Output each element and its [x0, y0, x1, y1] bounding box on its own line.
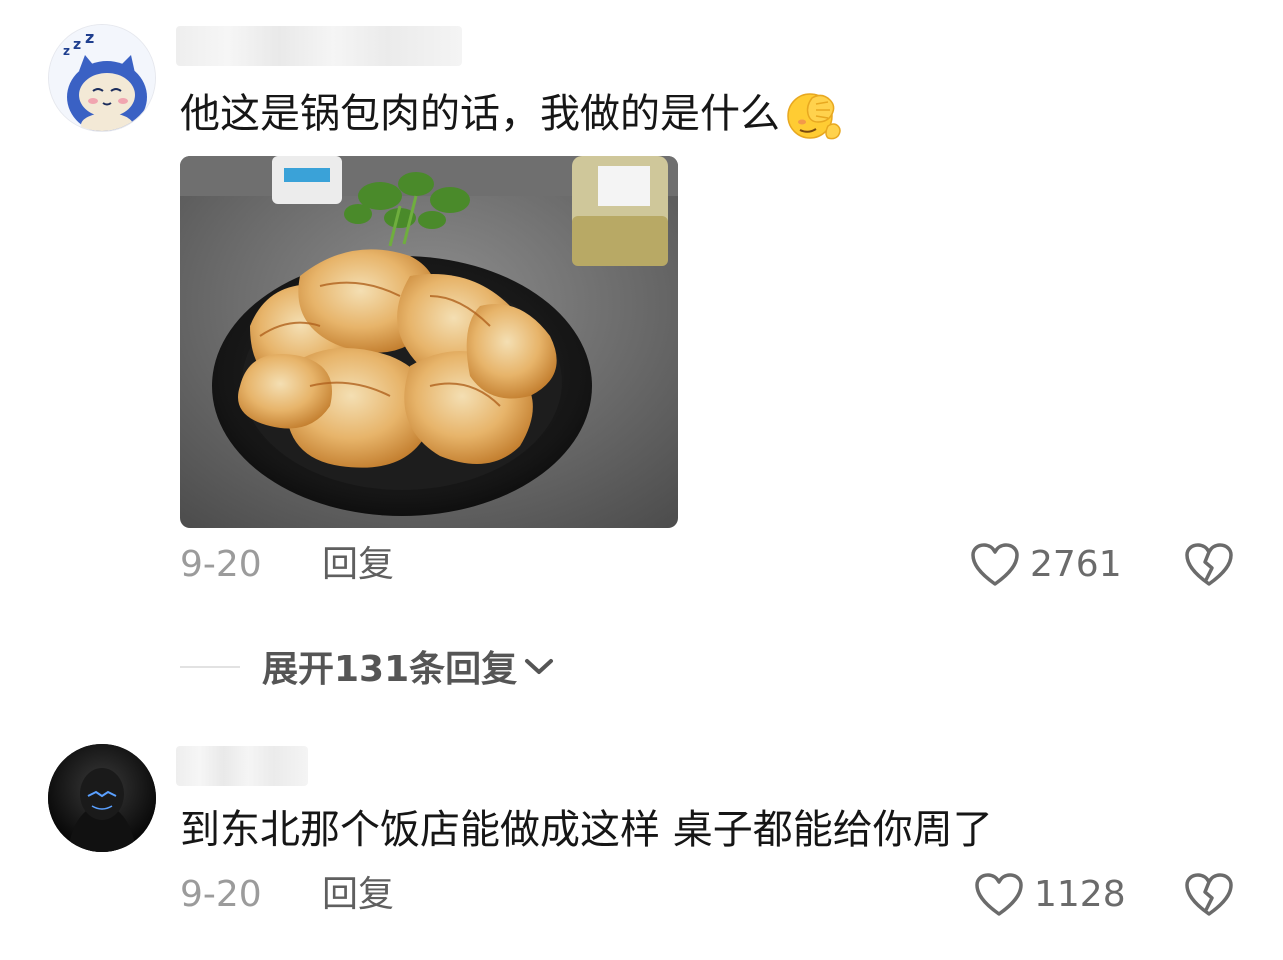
like-count: 2761 — [1030, 544, 1122, 585]
username-redacted[interactable] — [176, 26, 462, 66]
expand-replies-button[interactable]: 展开131条回复 — [262, 640, 555, 692]
dislike-button[interactable] — [1184, 542, 1234, 588]
comment-date: 9-20 — [180, 544, 262, 585]
comment-item: z z z 他这是锅包肉的话，我做的是什么 9-20 回复 2761 — [0, 0, 1283, 620]
comment-date: 9-20 — [180, 874, 262, 915]
expand-replies: 展开131条回复 — [0, 640, 1283, 692]
like-button[interactable]: 2761 — [970, 540, 1122, 590]
fried-pork-dish-photo — [180, 156, 678, 528]
expand-divider — [180, 666, 240, 668]
username-redacted[interactable] — [176, 746, 308, 786]
avatar[interactable]: z z z — [48, 24, 156, 132]
comment-item: 到东北那个饭店能做成这样 桌子都能给你周了 9-20 回复 1128 — [0, 730, 1283, 960]
like-count: 1128 — [1034, 874, 1126, 915]
broken-heart-icon — [1185, 873, 1233, 916]
comment-image[interactable] — [180, 156, 678, 528]
svg-text:z: z — [73, 37, 81, 53]
avatar[interactable] — [48, 744, 156, 852]
broken-heart-icon — [1185, 543, 1233, 586]
reply-button[interactable]: 回复 — [322, 540, 394, 590]
comment-meta: 9-20 回复 2761 — [0, 540, 1283, 590]
comment-meta: 9-20 回复 1128 — [0, 870, 1283, 920]
expand-replies-label: 展开131条回复 — [262, 649, 518, 690]
svg-text:z: z — [63, 44, 70, 58]
dislike-button[interactable] — [1184, 872, 1234, 918]
heart-outline-icon — [975, 873, 1023, 916]
facepalm-emoji-icon — [782, 86, 846, 142]
avatar-image: z z z — [49, 25, 155, 131]
chevron-down-icon — [525, 659, 554, 674]
comment-text: 他这是锅包肉的话，我做的是什么 — [180, 86, 846, 142]
avatar-image — [48, 744, 156, 852]
comment-text: 到东北那个饭店能做成这样 桌子都能给你周了 — [180, 807, 993, 853]
comment-text-content: 他这是锅包肉的话，我做的是什么 — [180, 91, 780, 137]
svg-text:z: z — [85, 28, 94, 47]
like-button[interactable]: 1128 — [974, 870, 1126, 920]
reply-button[interactable]: 回复 — [322, 870, 394, 920]
heart-outline-icon — [971, 543, 1019, 586]
